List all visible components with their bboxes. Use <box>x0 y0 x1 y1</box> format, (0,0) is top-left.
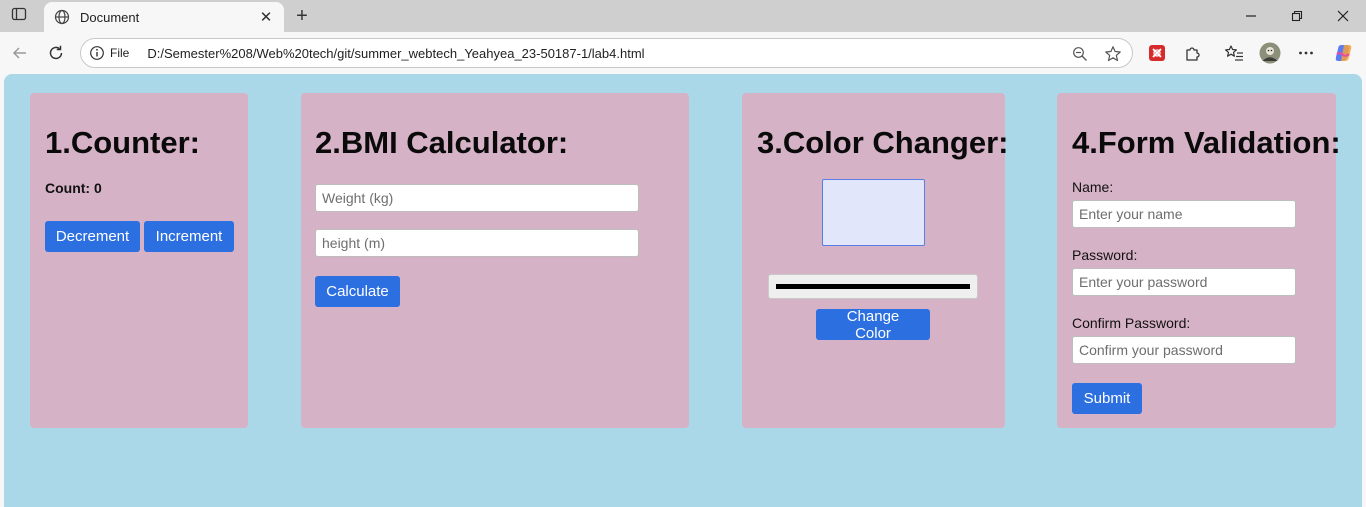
color-picker[interactable] <box>768 274 978 299</box>
confirm-password-input[interactable] <box>1072 336 1296 364</box>
name-input[interactable] <box>1072 200 1296 228</box>
color-changer-card: 3.Color Changer: Change Color <box>742 93 1009 428</box>
favorite-star-icon[interactable] <box>1104 45 1122 63</box>
password-label: Password: <box>1072 247 1138 263</box>
new-tab-button[interactable]: + <box>290 4 314 28</box>
color-preview-box <box>822 179 925 246</box>
form-title: 4.Form Validation: <box>1072 125 1341 160</box>
info-icon[interactable] <box>89 45 105 61</box>
decrement-button[interactable]: Decrement <box>45 221 140 252</box>
counter-title: 1.Counter: <box>45 125 200 160</box>
calculate-button[interactable]: Calculate <box>315 276 400 307</box>
extension-red-icon[interactable] <box>1146 42 1168 64</box>
back-button[interactable] <box>8 41 32 65</box>
submit-button[interactable]: Submit <box>1072 383 1142 414</box>
browser-toolbar: File D:/Semester%208/Web%20tech/git/summ… <box>0 32 1366 74</box>
weight-input[interactable] <box>315 184 639 212</box>
globe-icon <box>54 9 70 25</box>
tab-actions-icon <box>11 6 27 27</box>
tab-close-icon[interactable]: ✕ <box>258 9 274 26</box>
more-options-icon[interactable] <box>1295 42 1317 64</box>
tab-bar: Document ✕ + <box>0 0 1366 32</box>
favorites-list-icon[interactable] <box>1223 42 1245 64</box>
extensions-puzzle-icon[interactable] <box>1182 42 1204 64</box>
bmi-title: 2.BMI Calculator: <box>315 125 569 160</box>
url-text[interactable]: D:/Semester%208/Web%20tech/git/summer_we… <box>147 46 1132 61</box>
height-input[interactable] <box>315 229 639 257</box>
zoom-icon[interactable] <box>1071 45 1089 63</box>
restore-button[interactable] <box>1274 0 1320 32</box>
close-window-button[interactable] <box>1320 0 1366 32</box>
active-tab[interactable]: Document ✕ <box>44 2 284 32</box>
change-color-button[interactable]: Change Color <box>816 308 930 342</box>
tab-actions-button[interactable] <box>8 6 30 26</box>
name-label: Name: <box>1072 179 1114 195</box>
copilot-icon[interactable] <box>1332 42 1354 64</box>
count-display: Count: 0 <box>45 180 102 196</box>
minimize-button[interactable] <box>1228 0 1274 32</box>
address-scheme: File <box>110 46 130 60</box>
refresh-button[interactable] <box>44 41 68 65</box>
address-bar[interactable]: File D:/Semester%208/Web%20tech/git/summ… <box>80 38 1133 68</box>
bmi-card: 2.BMI Calculator: Calculate <box>301 93 689 428</box>
confirm-password-label: Confirm Password: <box>1072 315 1191 331</box>
increment-button[interactable]: Increment <box>144 221 234 252</box>
color-picker-swatch <box>776 284 970 289</box>
password-input[interactable] <box>1072 268 1296 296</box>
form-validation-card: 4.Form Validation: Name: Password: Confi… <box>1057 93 1341 428</box>
tab-title: Document <box>80 9 140 25</box>
profile-avatar[interactable] <box>1259 42 1281 64</box>
page-viewport: 1.Counter: Count: 0 Decrement Increment … <box>4 74 1362 507</box>
counter-card: 1.Counter: Count: 0 Decrement Increment <box>30 93 248 428</box>
color-changer-title: 3.Color Changer: <box>757 125 1009 160</box>
